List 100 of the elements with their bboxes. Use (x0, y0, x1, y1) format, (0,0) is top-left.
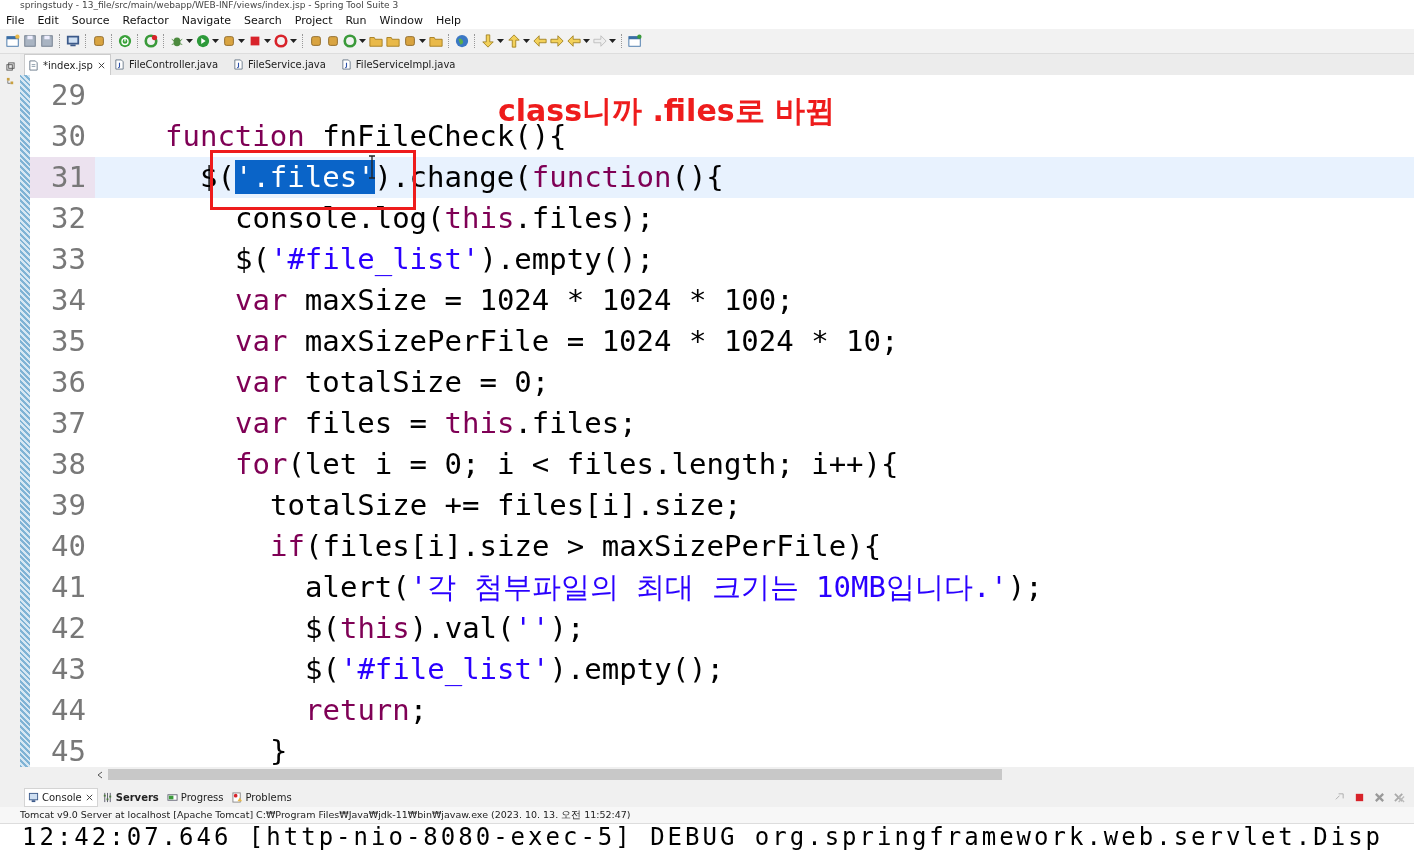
code-text: '' (514, 611, 550, 645)
menu-item[interactable]: Navigate (181, 13, 231, 27)
window-title: springstudy - 13_file/src/main/webapp/WEB-INF/views/index.jsp - Spring Tool Suite 3 (20, 0, 399, 11)
line-number: 38 (50, 446, 87, 483)
right-arrow-icon[interactable] (550, 34, 564, 48)
code-text: } (270, 734, 288, 767)
line-number: 37 (50, 405, 87, 442)
close-icon[interactable] (96, 60, 106, 70)
remove-all-icon[interactable] (1394, 792, 1405, 803)
outline-icon[interactable] (5, 77, 15, 86)
power-icon[interactable] (118, 34, 132, 48)
sliders-icon (101, 792, 113, 803)
line-number: 41 (50, 569, 87, 606)
tool-icon[interactable] (92, 34, 106, 48)
code-text: totalSize += files[i].size; (270, 488, 742, 522)
stop-icon[interactable] (248, 34, 262, 48)
dropdown-arrow-icon[interactable] (186, 39, 193, 43)
menu-item[interactable]: Run (345, 13, 367, 27)
save-icon[interactable] (40, 34, 54, 48)
code-text: this (444, 201, 515, 235)
java-file-icon (233, 59, 244, 70)
save-icon[interactable] (23, 34, 37, 48)
code-text: var (235, 283, 288, 317)
dropdown-arrow-icon[interactable] (419, 39, 426, 43)
window-icon[interactable] (6, 34, 20, 48)
menu-item[interactable]: Source (71, 13, 110, 27)
dropdown-arrow-icon[interactable] (609, 39, 616, 43)
menu-item[interactable]: Project (294, 13, 333, 27)
code-text: ).val( (409, 611, 515, 645)
remove-icon[interactable] (1374, 792, 1385, 803)
code-text: ); (1007, 570, 1043, 604)
code-text: return (305, 693, 410, 727)
line-number: 29 (50, 77, 87, 114)
code-text: console.log( (235, 201, 445, 235)
menu-item[interactable]: Refactor (122, 13, 169, 27)
menu-item[interactable]: Edit (37, 13, 59, 27)
code-text: for (235, 447, 288, 481)
dropdown-arrow-icon[interactable] (290, 39, 297, 43)
code-text: ).empty(); (479, 242, 655, 276)
panel-tab[interactable]: Problems (227, 788, 296, 807)
code-text: $( (235, 242, 270, 276)
code-text: (let i = 0; i < files.length; i++){ (287, 447, 899, 481)
line-number: 44 (50, 692, 87, 729)
panel-tab[interactable]: Console (24, 788, 98, 807)
dropdown-arrow-icon[interactable] (523, 39, 530, 43)
code-text: $( (305, 652, 340, 686)
line-number: 45 (50, 733, 87, 767)
code-text: '각 첨부파일의 최대 크기는 10MB입니다.' (409, 570, 1008, 604)
dropdown-arrow-icon[interactable] (497, 39, 504, 43)
code-text: var (235, 406, 288, 440)
menu-item[interactable]: Window (379, 13, 423, 27)
java-file-icon (340, 59, 352, 70)
dropdown-arrow-icon[interactable] (264, 39, 271, 43)
line-number: 33 (50, 241, 87, 278)
selected-text: '.files' (234, 160, 375, 194)
code-text: alert( (305, 570, 410, 604)
code-text: function (531, 160, 672, 194)
line-number: 30 (50, 118, 87, 155)
code-text: files = (303, 406, 429, 440)
code-text: $( (305, 611, 340, 645)
line-number: 31 (30, 157, 95, 198)
menu-item[interactable]: File (6, 13, 25, 27)
code-text: (files[i].size > maxSizePerFile){ (304, 529, 882, 563)
code-text: .files; (514, 406, 637, 440)
editor-tab[interactable]: *index.jsp (24, 54, 111, 75)
line-number: 34 (50, 282, 87, 319)
code-text: .files); (514, 201, 655, 235)
warning-list-icon (231, 792, 243, 803)
stop-icon[interactable] (1354, 792, 1365, 803)
progress-icon (166, 792, 178, 803)
tool-icon[interactable] (326, 34, 340, 48)
folder-icon[interactable] (386, 34, 400, 48)
code-text: '#file_list' (269, 242, 480, 276)
dropdown-arrow-icon[interactable] (238, 39, 245, 43)
monitor-icon (28, 792, 39, 803)
globe-icon[interactable] (455, 34, 469, 48)
menu-item[interactable]: Help (435, 13, 461, 27)
monitor-icon[interactable] (66, 34, 80, 48)
restore-icon[interactable] (5, 62, 15, 71)
dropdown-arrow-icon[interactable] (359, 39, 366, 43)
scroll-left-icon[interactable] (96, 770, 104, 779)
line-number: 32 (50, 200, 87, 237)
panel-tab[interactable]: Progress (162, 788, 228, 807)
line-number: 43 (50, 651, 87, 688)
scrollbar-thumb[interactable] (108, 769, 1002, 780)
process-info: Tomcat v9.0 Server at localhost [Apache Tomcat] C:₩Program Files₩Java₩jdk-11₩bin₩javaw.exe (2023. 10. 13. 오전 11:52:47) (0, 807, 1414, 824)
console-output: 12:42:07.646 [http-nio-8080-exec-5] DEBUG org.springframework.web.servlet.Disp (21, 824, 1385, 850)
window-icon[interactable] (628, 34, 642, 48)
tool-icon[interactable] (309, 34, 323, 48)
code-text: maxSizePerFile = 1024 * 1024 * 10; (303, 324, 899, 358)
close-icon[interactable] (84, 793, 94, 802)
code-text: ).empty(); (549, 652, 725, 686)
dropdown-arrow-icon[interactable] (212, 39, 219, 43)
panel-tab[interactable]: Servers (97, 788, 163, 807)
line-number: 39 (50, 487, 87, 524)
menu-item[interactable]: Search (244, 13, 282, 27)
dropdown-arrow-icon[interactable] (583, 39, 590, 43)
code-text: ); (549, 611, 585, 645)
line-number: 36 (50, 364, 87, 401)
line-number: 35 (50, 323, 87, 360)
